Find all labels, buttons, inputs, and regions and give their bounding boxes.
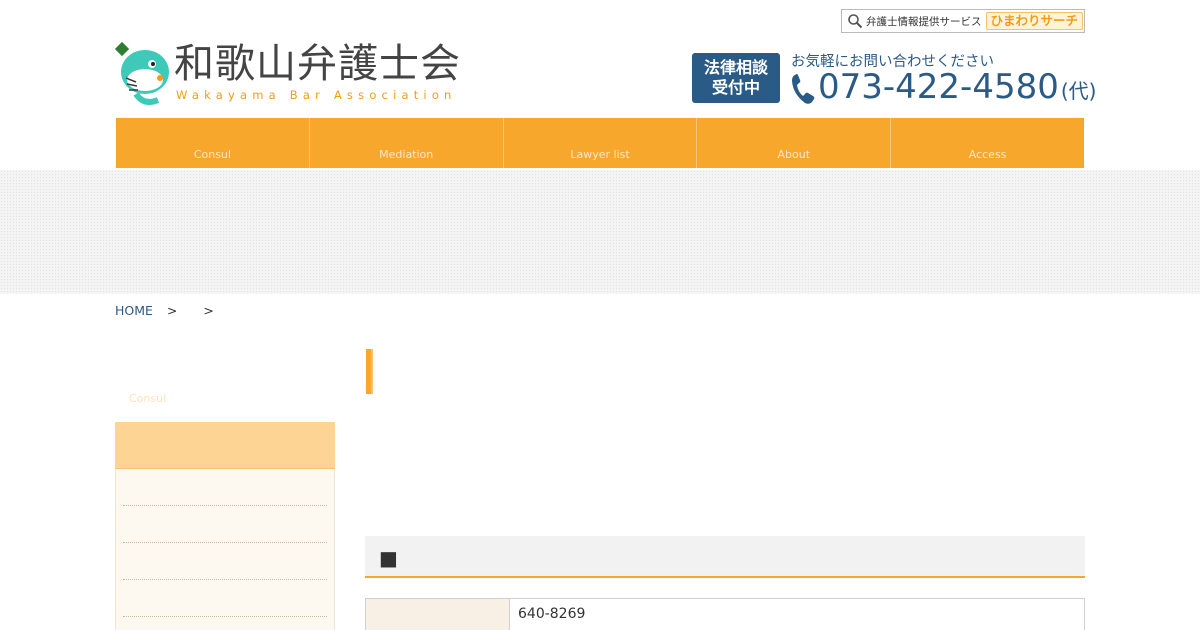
search-icon: [848, 14, 863, 29]
site-header: 和歌山弁護士会 Wakayama Bar Association 弁護士情報提供…: [0, 0, 1200, 118]
phone-icon: [792, 74, 815, 104]
himawari-search-banner[interactable]: 弁護士情報提供サービス ひまわりサーチ: [841, 9, 1085, 33]
sidebar-list: [115, 469, 335, 630]
nav-item-about[interactable]: About: [697, 118, 892, 168]
section-heading: ■: [365, 536, 1085, 578]
nav-item-access[interactable]: Access: [891, 118, 1084, 168]
breadcrumb-home[interactable]: HOME: [115, 303, 153, 318]
page-title-accent: [366, 349, 373, 394]
section-marker: ■: [379, 546, 398, 570]
table-header-cell: [365, 598, 510, 630]
table-row: 640-8269: [365, 598, 1085, 630]
consult-badge-line2: 受付中: [711, 78, 760, 97]
page-banner: [0, 170, 1200, 294]
logo-title-en: Wakayama Bar Association: [176, 88, 457, 102]
global-nav: Consul Mediation Lawyer list About Acces…: [116, 118, 1084, 168]
breadcrumb-separator: >: [203, 303, 214, 318]
sidebar-item[interactable]: [123, 506, 327, 543]
nav-item-lawyer-list[interactable]: Lawyer list: [504, 118, 698, 168]
phone-suffix: (代): [1060, 79, 1097, 103]
phone-number: 073-422-4580: [818, 67, 1059, 107]
sidebar-item[interactable]: [123, 543, 327, 580]
consult-badge: 法律相談 受付中: [692, 53, 780, 103]
table-value-cell: 640-8269: [509, 598, 1085, 630]
nav-item-mediation[interactable]: Mediation: [310, 118, 504, 168]
whale-mascot-icon: [114, 41, 169, 105]
sidebar-item-active[interactable]: [115, 422, 335, 469]
sidebar-heading: Consul: [129, 392, 167, 405]
breadcrumb-separator: >: [166, 303, 178, 318]
phone-link[interactable]: 073-422-4580 (代): [790, 68, 1096, 106]
sidebar-item[interactable]: [123, 469, 327, 506]
sidebar-item[interactable]: [123, 580, 327, 617]
site-logo[interactable]: 和歌山弁護士会 Wakayama Bar Association: [114, 38, 461, 106]
service-label: 弁護士情報提供サービス: [866, 15, 982, 28]
service-brand: ひまわりサーチ: [985, 12, 1084, 30]
breadcrumb: HOME > >: [115, 303, 214, 318]
sidebar: Consul: [115, 330, 335, 630]
logo-title-jp: 和歌山弁護士会: [174, 41, 461, 87]
nav-item-consul[interactable]: Consul: [116, 118, 310, 168]
info-table: 640-8269: [365, 598, 1085, 630]
consult-badge-line1: 法律相談: [703, 58, 768, 77]
